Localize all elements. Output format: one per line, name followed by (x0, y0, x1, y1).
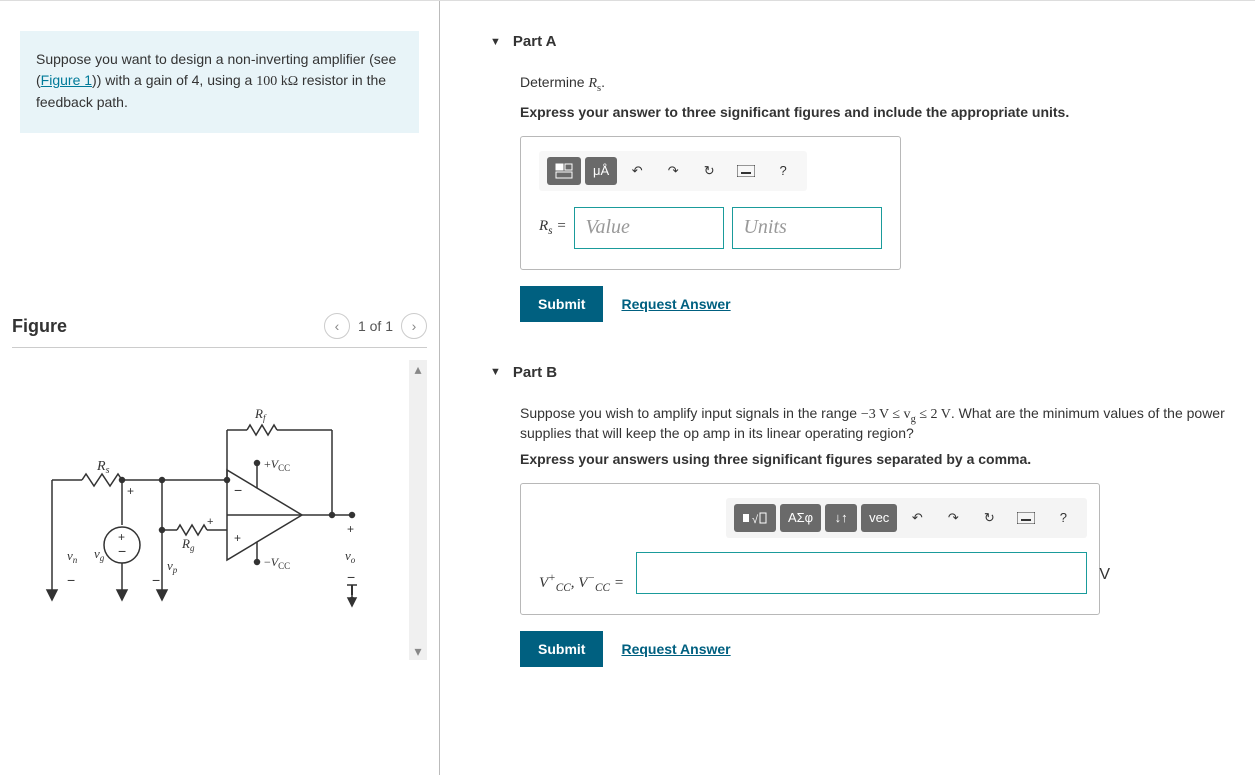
svg-text:−: − (118, 543, 126, 559)
part-a-header[interactable]: ▼ Part A (490, 21, 1225, 62)
svg-text:+VCC: +VCC (264, 457, 290, 473)
part-b-answer-box: V+CC, V−CC = √ ΑΣφ ↓↑ vec ↶ ↷ ↻ (520, 483, 1100, 615)
figure-header: Figure ‹ 1 of 1 › (12, 313, 427, 348)
part-b-value-input[interactable] (636, 552, 1087, 594)
right-panel: ▼ Part A Determine Rs. Express your answ… (440, 1, 1255, 775)
part-a-section: ▼ Part A Determine Rs. Express your answ… (490, 21, 1225, 322)
vec-tool-button[interactable]: vec (861, 504, 897, 532)
part-b-section: ▼ Part B Suppose you wish to amplify inp… (490, 352, 1225, 667)
svg-text:+: + (207, 516, 213, 528)
part-b-var-label: V+CC, V−CC = (539, 572, 624, 594)
collapse-icon: ▼ (490, 36, 501, 48)
part-b-title: Part B (513, 364, 557, 381)
part-b-prompt: Suppose you wish to amplify input signal… (520, 405, 1225, 441)
value-input[interactable] (574, 207, 724, 249)
part-b-instruction: Express your answers using three signifi… (520, 451, 1225, 467)
figure-link[interactable]: Figure 1 (41, 72, 92, 88)
svg-text:+: + (347, 522, 354, 536)
part-a-answer-box: μÅ ↶ ↷ ↻ ? Rs = (520, 136, 901, 270)
undo-button[interactable]: ↶ (621, 157, 653, 185)
subscript-tool-button[interactable]: ↓↑ (825, 504, 857, 532)
svg-text:+: + (118, 530, 125, 544)
svg-text:−VCC: −VCC (264, 555, 290, 571)
part-b-request-answer-link[interactable]: Request Answer (621, 641, 730, 657)
part-a-instruction: Express your answer to three significant… (520, 104, 1225, 120)
svg-text:vn: vn (67, 548, 78, 565)
part-b-submit-button[interactable]: Submit (520, 631, 603, 667)
part-b-toolbar: √ ΑΣφ ↓↑ vec ↶ ↷ ↻ ? (726, 498, 1087, 538)
figure-prev-button[interactable]: ‹ (324, 313, 350, 339)
svg-text:−: − (347, 569, 355, 585)
svg-text:+: + (127, 484, 134, 498)
part-a-prompt: Determine Rs. (520, 74, 1225, 94)
svg-text:√: √ (752, 514, 759, 526)
svg-text:+: + (234, 531, 241, 545)
part-a-title: Part A (513, 33, 557, 50)
part-a-var-label: Rs = (539, 218, 566, 237)
svg-text:−: − (67, 572, 75, 588)
svg-text:vo: vo (345, 548, 356, 565)
problem-text-2: )) with a gain of 4, using a (92, 72, 256, 88)
figure-next-button[interactable]: › (401, 313, 427, 339)
part-a-request-answer-link[interactable]: Request Answer (621, 296, 730, 312)
svg-text:vg: vg (94, 546, 105, 563)
figure-title: Figure (12, 316, 67, 337)
svg-text:Rg: Rg (181, 536, 195, 553)
part-a-submit-button[interactable]: Submit (520, 286, 603, 322)
sqrt-tool-button[interactable]: √ (734, 504, 776, 532)
keyboard-button[interactable] (1009, 504, 1043, 532)
reset-button[interactable]: ↻ (693, 157, 725, 185)
units-tool-button[interactable]: μÅ (585, 157, 617, 185)
figure-section: Figure ‹ 1 of 1 › (12, 313, 427, 660)
figure-scrollbar[interactable]: ▴ ▾ (409, 360, 427, 660)
redo-button[interactable]: ↷ (657, 157, 689, 185)
part-a-toolbar: μÅ ↶ ↷ ↻ ? (539, 151, 807, 191)
redo-button[interactable]: ↷ (937, 504, 969, 532)
collapse-icon: ▼ (490, 366, 501, 378)
resistor-value: 100 kΩ (256, 74, 298, 89)
svg-text:−: − (152, 572, 160, 588)
svg-text:Rs: Rs (96, 459, 110, 476)
template-tool-button[interactable] (547, 157, 581, 185)
svg-text:vp: vp (167, 558, 178, 575)
part-b-unit-label: V (1099, 566, 1110, 594)
scroll-down-icon[interactable]: ▾ (409, 642, 427, 660)
greek-tool-button[interactable]: ΑΣφ (780, 504, 821, 532)
left-panel: Suppose you want to design a non-inverti… (0, 1, 440, 775)
circuit-diagram: Rs vn − + + − (12, 360, 409, 660)
undo-button[interactable]: ↶ (901, 504, 933, 532)
reset-button[interactable]: ↻ (973, 504, 1005, 532)
units-input[interactable] (732, 207, 882, 249)
part-b-header[interactable]: ▼ Part B (490, 352, 1225, 393)
svg-text:−: − (234, 482, 242, 498)
scroll-up-icon[interactable]: ▴ (409, 360, 427, 378)
svg-text:Rf: Rf (254, 406, 267, 423)
figure-page-label: 1 of 1 (358, 318, 393, 334)
figure-nav: ‹ 1 of 1 › (324, 313, 427, 339)
help-button[interactable]: ? (767, 157, 799, 185)
help-button[interactable]: ? (1047, 504, 1079, 532)
part-a-answer-row: Rs = (539, 207, 882, 249)
problem-statement: Suppose you want to design a non-inverti… (20, 31, 419, 133)
keyboard-button[interactable] (729, 157, 763, 185)
